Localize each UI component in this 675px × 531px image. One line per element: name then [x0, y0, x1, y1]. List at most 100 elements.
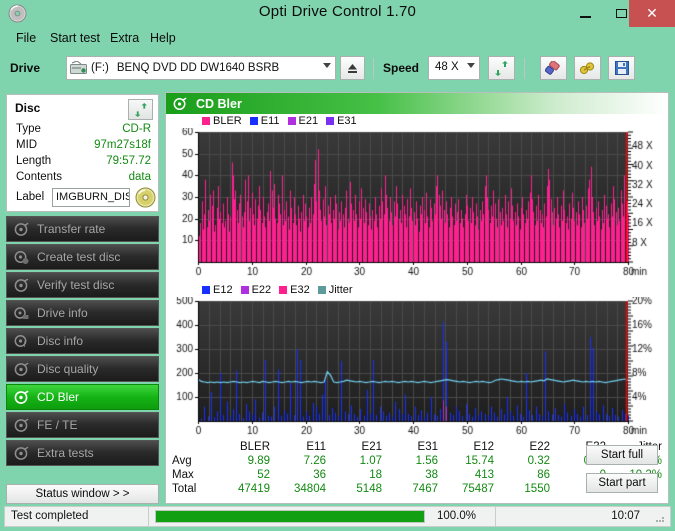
legend-swatch-e12 — [202, 286, 210, 294]
save-floppy-icon — [614, 61, 629, 75]
toolbar: Drive (F:) BENQ DVD DD DW1640 BSRB Speed — [0, 50, 675, 88]
disc-row-length: Length 79:57.72 — [7, 155, 160, 170]
stats-cell-e12: 75487 — [462, 483, 494, 495]
tools-icon — [579, 61, 595, 74]
stats-cell-e21: 5148 — [356, 483, 382, 495]
cd-disc-icon[interactable] — [135, 187, 156, 208]
menu-bar: File Start test Extra Help — [0, 27, 675, 50]
stats-cell-e12: 413 — [474, 469, 494, 481]
stats-col-e22: E22 — [529, 440, 550, 453]
legend-label-jitter: Jitter — [328, 284, 353, 296]
status-bar: Test completed 100.0% 10:07 — [4, 506, 671, 527]
refresh-icon — [495, 60, 508, 76]
legend-swatch-e21 — [287, 117, 296, 125]
disc-row-label: Label IMGBURN_DIS — [7, 187, 160, 209]
legend-swatch-jitter — [317, 286, 326, 294]
status-window-button[interactable]: Status window > > — [6, 484, 159, 504]
sidebar-label: Drive info — [37, 306, 88, 320]
stats-cell-e11: 36 — [313, 469, 326, 481]
main-panel: CD Bler BLER E11 E21 E31 E12 E22 E32 Jit… — [165, 92, 669, 504]
sidebar-item-drive-info[interactable]: Drive info — [6, 300, 159, 326]
resize-grip-icon[interactable] — [654, 511, 666, 523]
menu-start-test[interactable]: Start test — [46, 30, 104, 46]
refresh-icon — [134, 102, 147, 117]
speed-label: Speed — [383, 61, 420, 75]
legend-label-e21: E21 — [298, 115, 319, 127]
sidebar-label: CD Bler — [37, 390, 80, 404]
drive-name: BENQ DVD DD DW1640 BSRB — [116, 62, 280, 74]
disc-verify-icon — [14, 278, 29, 293]
start-part-button[interactable]: Start part — [586, 473, 658, 493]
stats-cell-e11: 7.26 — [303, 455, 326, 467]
save-button[interactable] — [608, 56, 635, 80]
stats-col-bler: BLER — [239, 440, 270, 453]
disc-scan-icon — [14, 390, 29, 405]
sidebar-item-create-test-disc[interactable]: Create test disc — [6, 244, 159, 270]
sidebar-item-extra-tests[interactable]: Extra tests — [6, 440, 159, 466]
stats-cell-e21: 1.07 — [359, 455, 382, 467]
sidebar-nav: Transfer rate Create test disc Verify te… — [6, 216, 159, 468]
charts-area: BLER E11 E21 E31 E12 E22 E32 Jitter — [166, 114, 668, 439]
menu-extra[interactable]: Extra — [106, 30, 143, 46]
stats-cell-e22: 86 — [537, 469, 550, 481]
statistics-table: BLERE11E21E31E12E22E32Jitter Avg9.897.26… — [166, 439, 668, 503]
disc-value-type: CD-R — [122, 123, 151, 135]
main-panel-header: CD Bler — [166, 93, 668, 114]
stats-col-e31: E31 — [417, 440, 438, 453]
sidebar-label: Disc info — [37, 334, 84, 348]
disc-value-mid: 97m27s18f — [94, 139, 151, 151]
menu-help[interactable]: Help — [146, 30, 180, 46]
disc-key-contents: Contents — [16, 171, 63, 183]
disc-key-label: Label — [16, 191, 45, 203]
stats-cell-e12: 15.74 — [465, 455, 494, 467]
disc-label-input[interactable]: IMGBURN_DIS — [52, 188, 130, 207]
sidebar-item-disc-info[interactable]: i Disc info — [6, 328, 159, 354]
legend-swatch-bler — [202, 117, 210, 125]
disc-value-contents: data — [128, 171, 151, 183]
drive-label: Drive — [10, 61, 41, 75]
sidebar-item-cd-bler[interactable]: CD Bler — [6, 384, 159, 410]
disc-key-type: Type — [16, 123, 41, 135]
disc-info-panel: Disc Type CD-R MID 97m27s18f Length 79:5… — [6, 94, 159, 212]
disc-key-length: Length — [16, 155, 52, 167]
eject-button[interactable] — [340, 56, 365, 80]
disc-create-icon — [14, 250, 29, 265]
stats-cell-e22: 1550 — [524, 483, 550, 495]
erase-button[interactable] — [540, 56, 567, 80]
disc-fe-te-icon — [14, 418, 29, 433]
speed-value: 48 X — [435, 61, 459, 73]
disc-refresh-button[interactable] — [128, 99, 153, 120]
main-panel-title: CD Bler — [196, 96, 242, 111]
legend-label-e31: E31 — [337, 115, 357, 127]
disc-row-mid: MID 97m27s18f — [7, 139, 160, 154]
disc-extra-icon — [14, 446, 29, 461]
stats-cell-e31: 7467 — [412, 483, 438, 495]
progress-bar — [155, 510, 425, 523]
stats-cell-bler: 52 — [257, 469, 270, 481]
tools-button[interactable] — [574, 56, 601, 80]
speed-select[interactable]: 48 X — [428, 56, 480, 80]
sidebar-item-verify-test-disc[interactable]: Verify test disc — [6, 272, 159, 298]
legend-label-e12: E12 — [213, 284, 233, 296]
stats-col-e12: E12 — [473, 440, 494, 453]
top-chart-legend: BLER E11 E21 E31 — [202, 115, 362, 127]
cd-bler-bottom-chart — [166, 297, 668, 437]
eject-icon — [348, 63, 357, 73]
sidebar-item-disc-quality[interactable]: Disc quality — [6, 356, 159, 382]
close-button[interactable]: ✕ — [629, 0, 675, 27]
stats-cell-e21: 18 — [369, 469, 382, 481]
chevron-down-icon — [467, 63, 475, 68]
start-full-button[interactable]: Start full — [586, 445, 658, 465]
menu-file[interactable]: File — [12, 30, 40, 46]
sidebar-item-transfer-rate[interactable]: Transfer rate — [6, 216, 159, 242]
stats-cell-e22: 0.32 — [527, 455, 550, 467]
legend-label-e32: E32 — [290, 284, 310, 296]
minimize-button[interactable] — [567, 0, 603, 27]
elapsed-time: 10:07 — [611, 510, 640, 522]
svg-text:i: i — [24, 340, 26, 349]
stats-col-e21: E21 — [361, 440, 382, 453]
drive-select[interactable]: (F:) BENQ DVD DD DW1640 BSRB — [66, 56, 336, 80]
sidebar-item-fe-te[interactable]: FE / TE — [6, 412, 159, 438]
refresh-button[interactable] — [488, 56, 515, 80]
progress-bar-fill — [156, 511, 424, 522]
